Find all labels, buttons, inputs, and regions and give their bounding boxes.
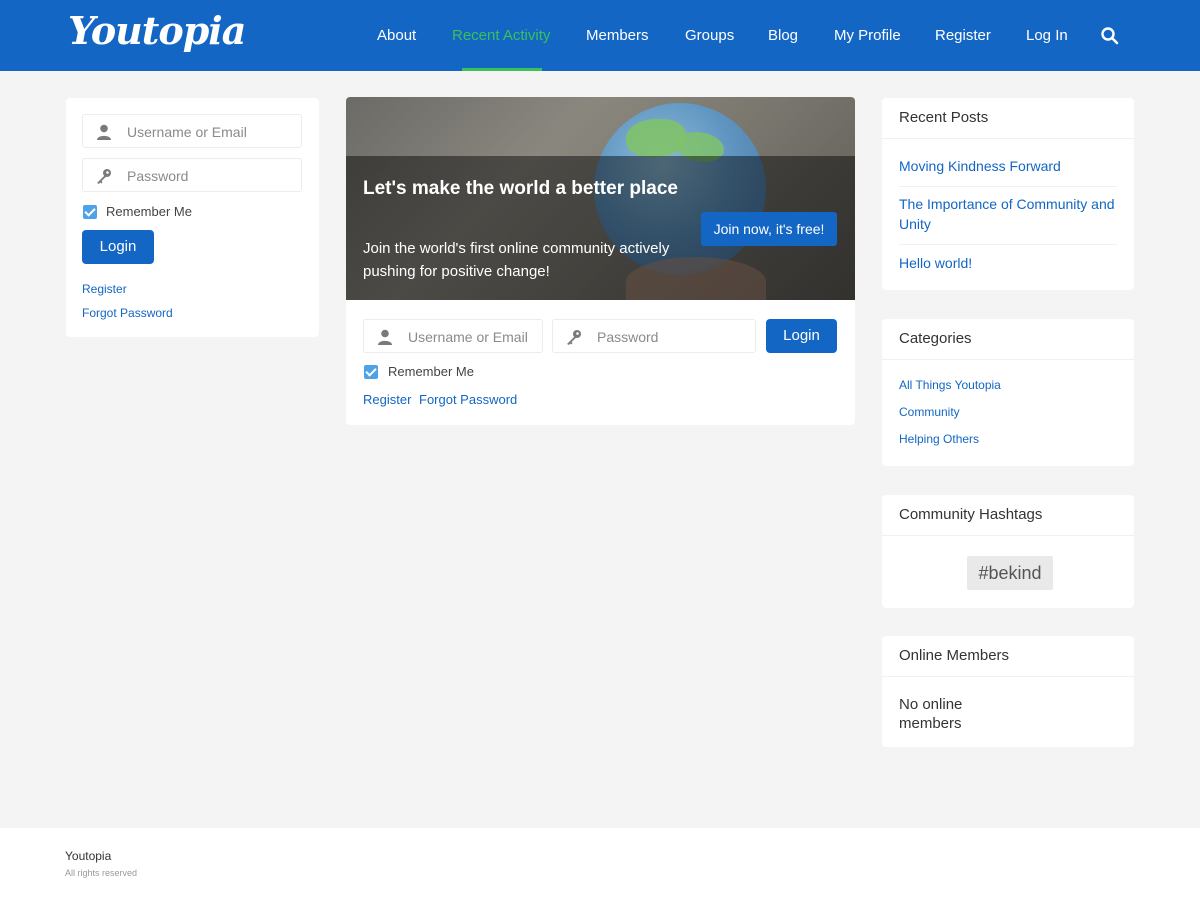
hashtag-tag[interactable]: #bekind	[967, 556, 1053, 590]
main-username-placeholder: Username or Email	[408, 329, 528, 345]
divider	[899, 244, 1117, 245]
login-button[interactable]: Login	[82, 230, 154, 264]
footer-site-name: Youtopia	[65, 849, 112, 863]
nav-recent-activity[interactable]: Recent Activity	[452, 27, 550, 44]
divider	[882, 359, 1134, 360]
password-field[interactable]: Password	[82, 158, 302, 192]
sidebar-login-widget: Username or Email Password Remember Me L…	[66, 98, 319, 337]
register-link[interactable]: Register	[82, 282, 127, 296]
main-login-button[interactable]: Login	[766, 319, 837, 353]
category-link[interactable]: Community	[899, 405, 960, 419]
remember-me-label: Remember Me	[106, 204, 192, 219]
search-icon[interactable]	[1100, 26, 1120, 46]
main-remember-me-checkbox[interactable]	[364, 365, 378, 379]
main-password-field[interactable]: Password	[552, 319, 756, 353]
main-password-placeholder: Password	[597, 329, 659, 345]
remember-me-checkbox[interactable]	[83, 205, 97, 219]
hero-title: Let's make the world a better place	[363, 178, 678, 199]
username-field[interactable]: Username or Email	[82, 114, 302, 148]
active-nav-indicator	[462, 68, 542, 71]
nav-register[interactable]: Register	[935, 27, 991, 44]
recent-post-link[interactable]: Hello world!	[899, 253, 1119, 273]
nav-groups[interactable]: Groups	[685, 27, 734, 44]
divider	[899, 186, 1117, 187]
category-link[interactable]: All Things Youtopia	[899, 378, 1001, 392]
main-username-field[interactable]: Username or Email	[363, 319, 543, 353]
online-members-widget: Online Members No online members	[882, 636, 1134, 747]
recent-posts-title: Recent Posts	[899, 109, 989, 126]
main-remember-me-label: Remember Me	[388, 364, 474, 379]
main-forgot-password-link[interactable]: Forgot Password	[419, 392, 517, 407]
footer-copyright: All rights reserved	[65, 868, 138, 878]
nav-blog[interactable]: Blog	[768, 27, 798, 44]
hashtags-widget: Community Hashtags #bekind	[882, 495, 1134, 608]
nav-log-in[interactable]: Log In	[1026, 27, 1068, 44]
user-icon	[95, 123, 113, 141]
recent-posts-widget: Recent Posts Moving Kindness Forward The…	[882, 98, 1134, 290]
site-logo[interactable]: Youtopia	[68, 8, 246, 53]
key-icon	[95, 167, 113, 185]
recent-post-link[interactable]: Moving Kindness Forward	[899, 156, 1119, 176]
hero-banner: Let's make the world a better place Join…	[346, 97, 855, 300]
join-now-button[interactable]: Join now, it's free!	[701, 212, 837, 246]
divider	[882, 676, 1134, 677]
nav-my-profile[interactable]: My Profile	[834, 27, 901, 44]
site-footer: Youtopia All rights reserved	[0, 828, 1200, 900]
top-navbar: Youtopia About Recent Activity Members G…	[0, 0, 1200, 71]
forgot-password-link[interactable]: Forgot Password	[82, 306, 173, 320]
category-link[interactable]: Helping Others	[899, 432, 979, 446]
divider	[882, 138, 1134, 139]
divider	[882, 535, 1134, 536]
main-login-form: Username or Email Password Login Remembe…	[346, 300, 855, 425]
username-placeholder: Username or Email	[127, 124, 247, 140]
recent-post-link[interactable]: The Importance of Community and Unity	[899, 194, 1119, 234]
hero-subtitle: Join the world's first online community …	[363, 240, 670, 280]
main-register-link[interactable]: Register	[363, 392, 411, 407]
nav-members[interactable]: Members	[586, 27, 649, 44]
online-members-title: Online Members	[899, 647, 1010, 664]
online-members-text: No online members	[899, 696, 963, 732]
nav-about[interactable]: About	[377, 27, 416, 44]
user-icon	[376, 328, 394, 346]
categories-title: Categories	[899, 330, 972, 347]
key-icon	[565, 328, 583, 346]
password-placeholder: Password	[127, 168, 189, 184]
hashtags-title: Community Hashtags	[899, 506, 1043, 523]
categories-widget: Categories All Things Youtopia Community…	[882, 319, 1134, 466]
